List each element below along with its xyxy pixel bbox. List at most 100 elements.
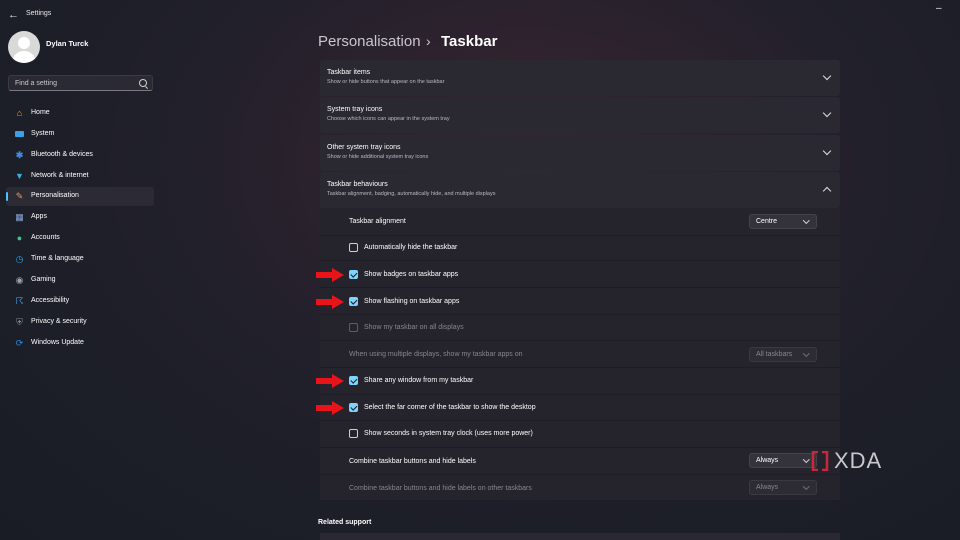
autohide-label: Automatically hide the taskbar (364, 244, 458, 251)
card-taskbar-behaviours[interactable]: Taskbar behaviours Taskbar alignment, ba… (320, 172, 840, 208)
card-description: Show or hide additional system tray icon… (327, 154, 429, 160)
xda-logo-icon (811, 451, 829, 471)
combine-dropdown[interactable]: Always (749, 453, 817, 468)
shield-icon: ⛨ (16, 317, 23, 327)
sidebar-item-label: Time & language (31, 255, 84, 262)
sidebar-item-network[interactable]: ▼ Network & internet (6, 167, 154, 186)
row-divider (320, 314, 840, 315)
apps-icon: ▦ (15, 212, 24, 222)
person-icon: ● (16, 233, 23, 243)
sidebar-item-label: Windows Update (31, 339, 84, 346)
flashing-checkbox[interactable] (349, 297, 358, 306)
sidebar-item-label: Accessibility (31, 297, 70, 304)
row-divider (320, 340, 840, 341)
sidebar-item-label: System (31, 130, 55, 137)
autohide-checkbox[interactable] (349, 243, 358, 252)
row-divider (320, 260, 840, 261)
sidebar-item-time-language[interactable]: ◷ Time & language (6, 250, 154, 269)
red-arrow-annotation (316, 374, 346, 388)
card-description: Show or hide buttons that appear on the … (327, 79, 445, 85)
sidebar-item-home[interactable]: ⌂ Home (6, 104, 154, 123)
sidebar-item-bluetooth[interactable]: ✱ Bluetooth & devices (6, 146, 154, 165)
breadcrumb-separator: › (426, 33, 431, 49)
card-title: System tray icons (327, 106, 383, 113)
taskbar-alignment-dropdown[interactable]: Centre (749, 214, 817, 229)
seconds-checkbox[interactable] (349, 429, 358, 438)
badges-checkbox[interactable] (349, 270, 358, 279)
far-corner-checkbox[interactable] (349, 403, 358, 412)
sidebar-item-label: Bluetooth & devices (31, 151, 93, 158)
sidebar-item-accounts[interactable]: ● Accounts (6, 229, 154, 248)
minimize-button[interactable]: – (936, 3, 942, 14)
sidebar-item-label: Apps (31, 213, 47, 220)
sidebar-item-windows-update[interactable]: ⟳ Windows Update (6, 334, 154, 353)
card-taskbar-items[interactable]: Taskbar items Show or hide buttons that … (320, 60, 840, 96)
chevron-down-icon[interactable] (822, 146, 832, 156)
chevron-down-icon[interactable] (822, 71, 832, 81)
row-divider (320, 287, 840, 288)
dropdown-value: Always (756, 484, 779, 491)
bluetooth-icon: ✱ (15, 150, 24, 160)
red-arrow-annotation (316, 401, 346, 415)
chevron-up-icon[interactable] (822, 186, 832, 196)
page-title: Taskbar (441, 33, 498, 50)
active-indicator (6, 192, 8, 201)
avatar-head-shape (18, 37, 30, 49)
dropdown-value: Centre (756, 218, 778, 225)
dropdown-value: Always (756, 457, 779, 464)
monitor-icon (14, 129, 25, 140)
sidebar-item-label: Accounts (31, 234, 60, 241)
sidebar-item-gaming[interactable]: ◉ Gaming (6, 271, 154, 290)
sidebar-item-apps[interactable]: ▦ Apps (6, 208, 154, 227)
window-title: Settings (26, 10, 52, 17)
multi-display-dropdown: All taskbars (749, 347, 817, 362)
globe-clock-icon: ◷ (15, 254, 24, 264)
sidebar-item-label: Personalisation (31, 192, 79, 199)
search-input[interactable]: Find a setting (8, 75, 153, 91)
chevron-down-icon (802, 350, 809, 357)
card-title: Taskbar items (327, 69, 371, 76)
combine-label: Combine taskbar buttons and hide labels (349, 458, 476, 465)
brush-icon: ✎ (15, 191, 24, 201)
related-support-heading: Related support (318, 519, 372, 526)
all-displays-label: Show my taskbar on all displays (364, 324, 464, 331)
red-arrow-annotation (316, 268, 346, 282)
combine-other-dropdown: Always (749, 480, 817, 495)
avatar[interactable] (8, 31, 40, 63)
card-description: Choose which icons can appear in the sys… (327, 116, 450, 122)
red-arrow-annotation (316, 295, 346, 309)
flashing-label: Show flashing on taskbar apps (364, 298, 460, 305)
share-window-checkbox[interactable] (349, 376, 358, 385)
sidebar-item-label: Gaming (31, 276, 56, 283)
sidebar-item-privacy[interactable]: ⛨ Privacy & security (6, 313, 154, 332)
row-divider (320, 235, 840, 236)
card-other-system-tray-icons[interactable]: Other system tray icons Show or hide add… (320, 135, 840, 171)
avatar-body-shape (12, 51, 36, 63)
chevron-down-icon[interactable] (822, 108, 832, 118)
breadcrumb-parent[interactable]: Personalisation (318, 33, 421, 50)
far-corner-label: Select the far corner of the taskbar to … (364, 404, 536, 411)
multi-display-label: When using multiple displays, show my ta… (349, 351, 523, 358)
related-support-card[interactable] (320, 533, 840, 540)
sidebar-item-personalisation[interactable]: ✎ Personalisation (6, 187, 154, 206)
sidebar-item-label: Privacy & security (31, 318, 87, 325)
card-system-tray-icons[interactable]: System tray icons Choose which icons can… (320, 97, 840, 133)
combine-other-label: Combine taskbar buttons and hide labels … (349, 485, 532, 492)
share-window-label: Share any window from my taskbar (364, 377, 474, 384)
all-displays-checkbox (349, 323, 358, 332)
home-icon: ⌂ (16, 108, 23, 118)
sidebar-item-label: Home (31, 109, 50, 116)
xda-watermark: XDA (834, 448, 883, 473)
card-description: Taskbar alignment, badging, automaticall… (327, 191, 496, 197)
gamepad-icon: ◉ (15, 275, 24, 285)
sidebar-item-system[interactable]: System (6, 125, 154, 144)
wifi-icon: ▼ (15, 171, 24, 181)
row-divider (320, 394, 840, 395)
update-icon: ⟳ (15, 338, 24, 348)
back-arrow-icon[interactable]: ← (8, 8, 22, 22)
row-divider (320, 447, 840, 448)
dropdown-value: All taskbars (756, 351, 793, 358)
seconds-label: Show seconds in system tray clock (uses … (364, 430, 533, 437)
search-icon[interactable] (139, 79, 147, 87)
sidebar-item-accessibility[interactable]: ☈ Accessibility (6, 292, 154, 311)
